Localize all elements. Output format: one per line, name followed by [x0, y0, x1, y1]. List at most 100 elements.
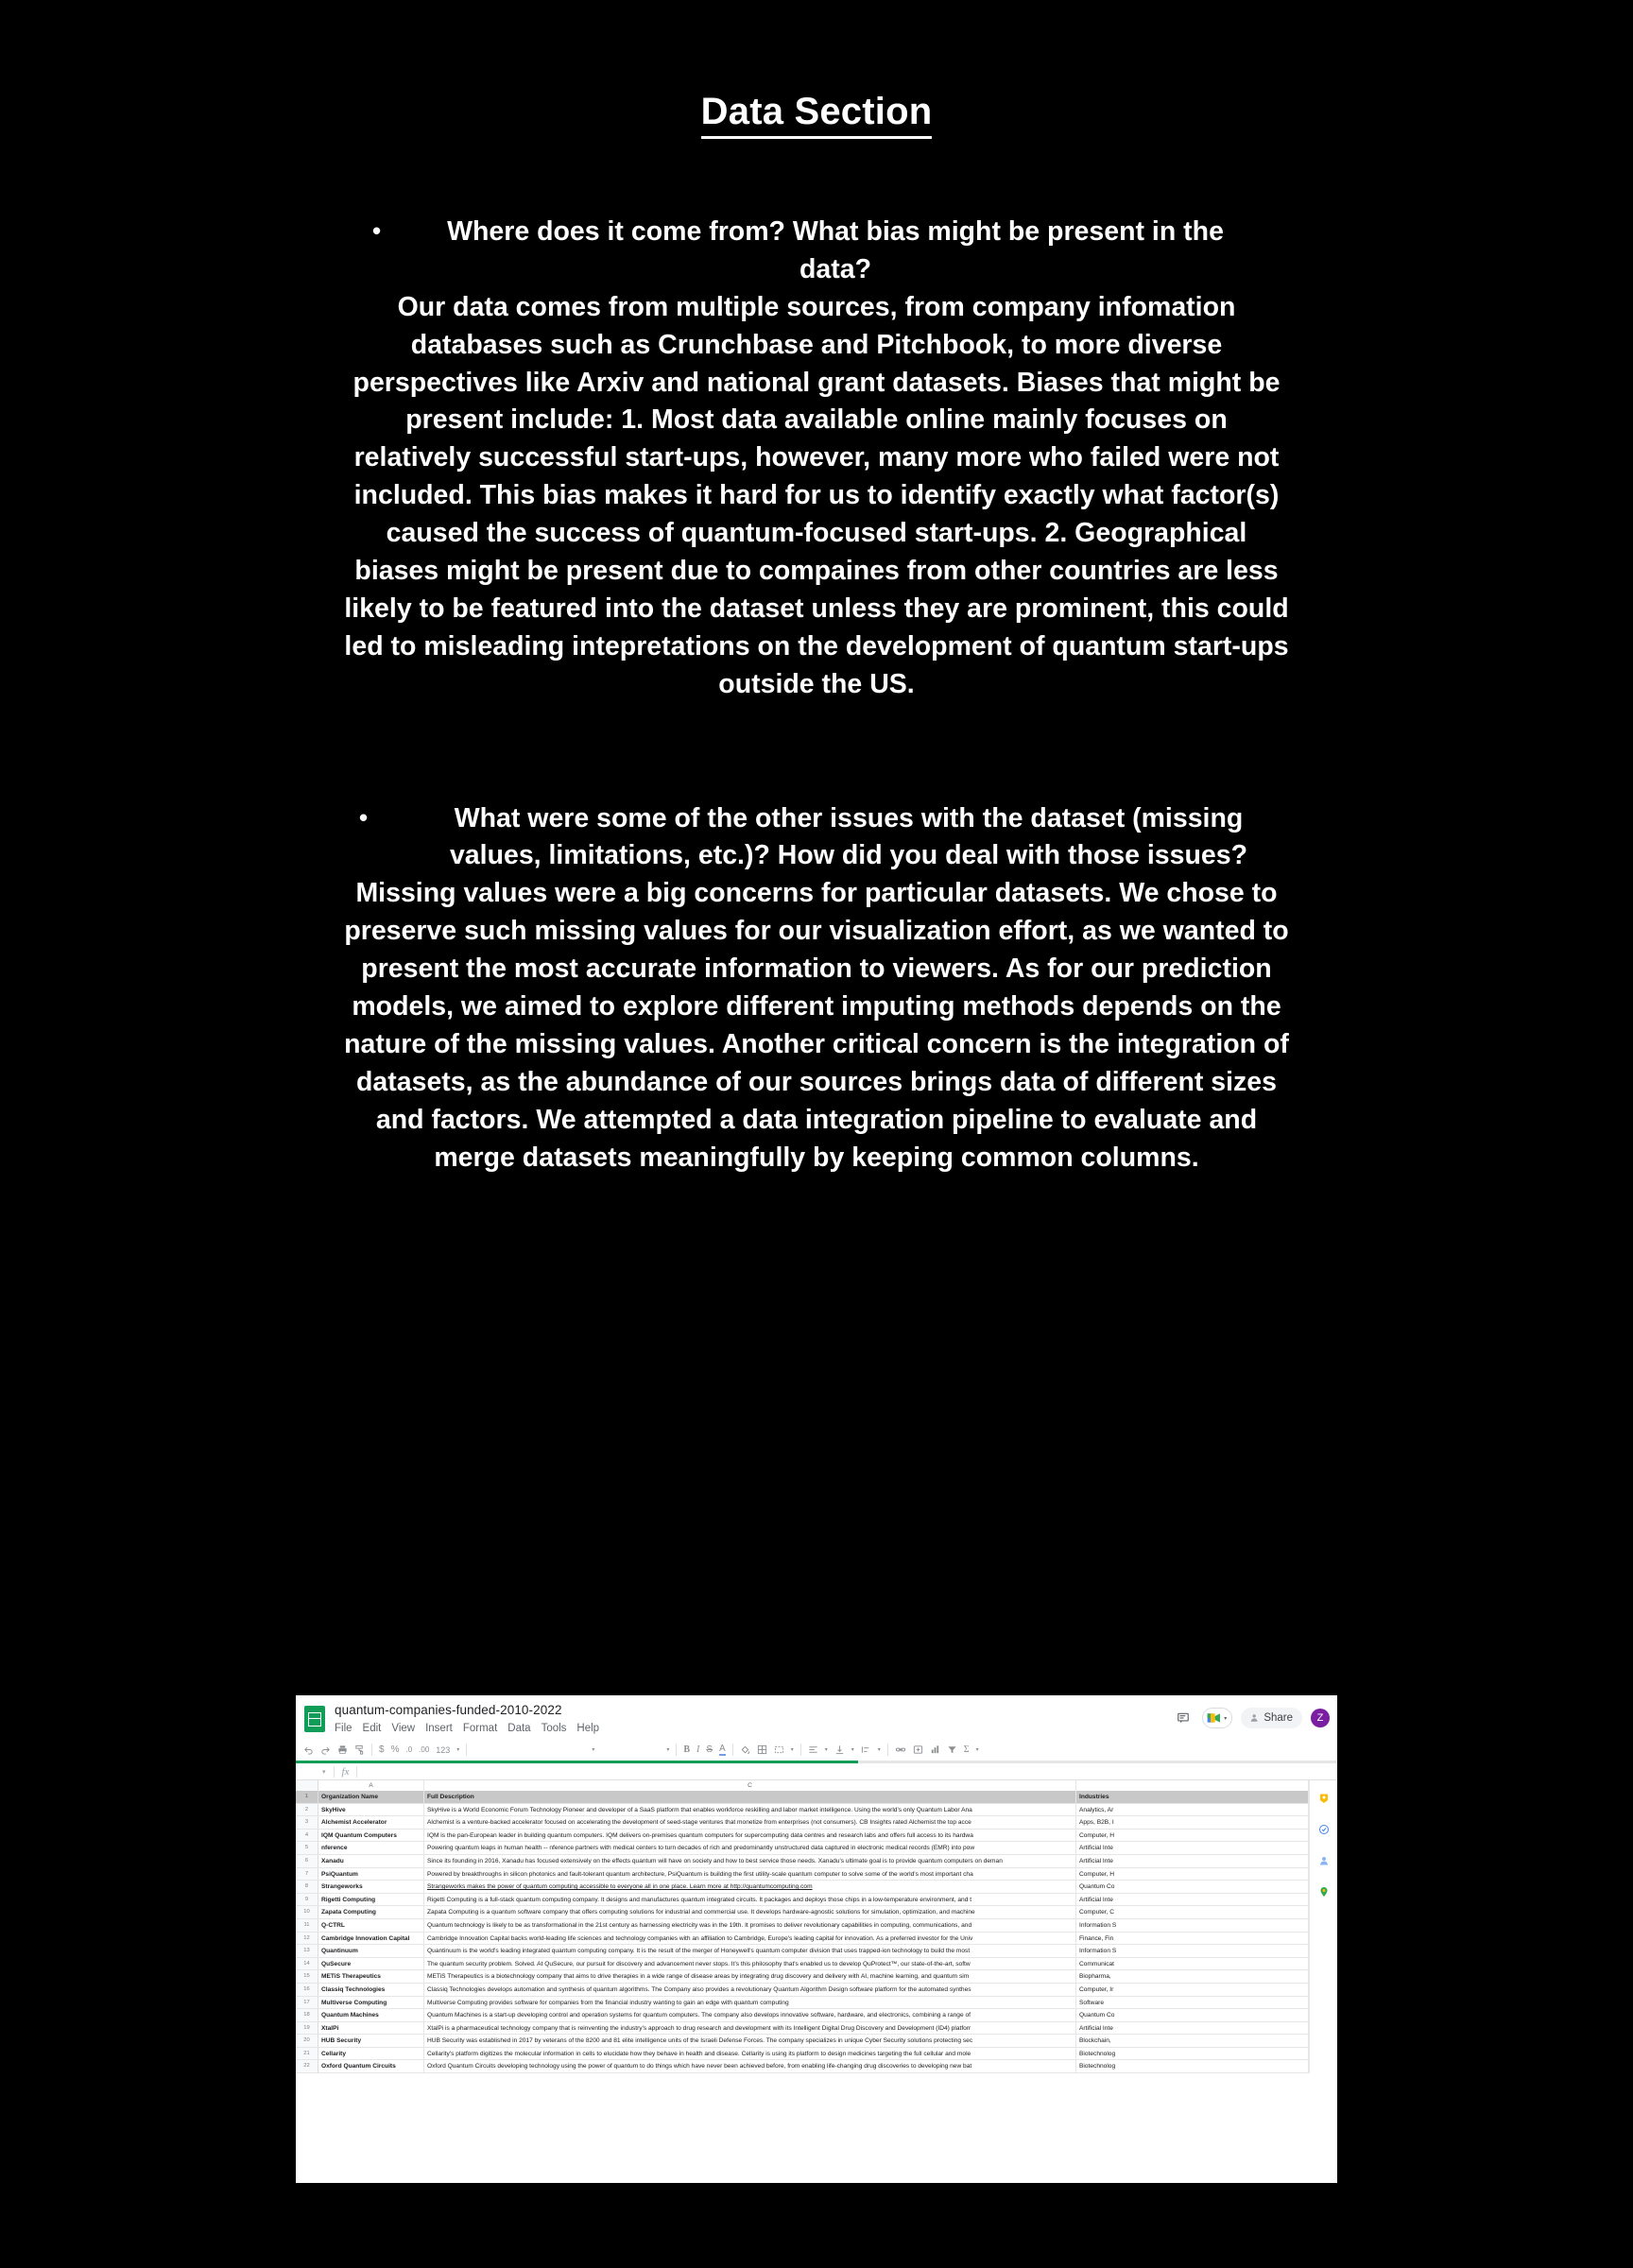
table-row[interactable]: 15 METiS Therapeutics METiS Therapeutics i…	[296, 1970, 1309, 1984]
menu-item-view[interactable]: View	[391, 1722, 415, 1736]
table-row[interactable]: 10 Zapata Computing Zapata Computing is a …	[296, 1906, 1309, 1919]
menu-item-tools[interactable]: Tools	[541, 1722, 567, 1736]
row-number[interactable]: 11	[296, 1918, 318, 1932]
cell-industries[interactable]: Artificial Inte	[1076, 2021, 1309, 2035]
filter-icon[interactable]	[947, 1744, 957, 1755]
merge-cells-icon[interactable]	[774, 1744, 784, 1755]
chevron-down-icon[interactable]: ▾	[976, 1746, 979, 1753]
cell-full-description[interactable]: Rigetti Computing is a full-stack quantu…	[424, 1893, 1076, 1906]
cell-full-description[interactable]: Quantum technology is likely to be as tr…	[424, 1918, 1076, 1932]
cell-organization-name[interactable]: Classiq Technologies	[318, 1983, 424, 1996]
row-number[interactable]: 9	[296, 1893, 318, 1906]
table-row[interactable]: 2 SkyHive SkyHive is a World Economic Foru…	[296, 1803, 1309, 1817]
maps-icon[interactable]	[1317, 1885, 1331, 1899]
cell-full-description[interactable]: The quantum security problem. Solved. At…	[424, 1957, 1076, 1970]
table-row[interactable]: 14 QuSecure The quantum security problem. …	[296, 1957, 1309, 1971]
cell-organization-name[interactable]: Zapata Computing	[318, 1906, 424, 1918]
cell-organization-name[interactable]: SkyHive	[318, 1803, 424, 1816]
bold-button[interactable]: B	[683, 1744, 690, 1755]
row-number[interactable]: 18	[296, 2009, 318, 2021]
chevron-down-icon[interactable]: ▾	[878, 1746, 881, 1753]
row-number[interactable]: 7	[296, 1867, 318, 1881]
cell-industries[interactable]: Communicat	[1076, 1957, 1309, 1970]
table-row[interactable]: 20 HUB Security HUB Security was establish…	[296, 2035, 1309, 2048]
strikethrough-button[interactable]: S	[706, 1744, 713, 1755]
menu-item-help[interactable]: Help	[576, 1722, 599, 1736]
document-title[interactable]: quantum-companies-funded-2010-2022	[335, 1702, 1173, 1718]
table-row[interactable]: 17 Multiverse Computing Multiverse Computi…	[296, 1996, 1309, 2010]
cell-organization-name[interactable]: Strangeworks	[318, 1881, 424, 1893]
spreadsheet-grid[interactable]: A C 1 Organization Name Full Description…	[296, 1780, 1309, 2074]
cell-organization-name[interactable]: Alchemist Accelerator	[318, 1816, 424, 1829]
cell-organization-name[interactable]: Rigetti Computing	[318, 1893, 424, 1906]
menu-item-format[interactable]: Format	[463, 1722, 497, 1736]
header-full-description[interactable]: Full Description	[424, 1791, 1076, 1803]
cell-industries[interactable]: Quantum Co	[1076, 1881, 1309, 1893]
menu-item-file[interactable]: File	[335, 1722, 352, 1736]
cell-organization-name[interactable]: IQM Quantum Computers	[318, 1829, 424, 1842]
cell-organization-name[interactable]: XtalPi	[318, 2021, 424, 2035]
cell-organization-name[interactable]: Oxford Quantum Circuits	[318, 2060, 424, 2073]
row-number[interactable]: 19	[296, 2021, 318, 2035]
table-row[interactable]: 9 Rigetti Computing Rigetti Computing is a…	[296, 1893, 1309, 1907]
cell-organization-name[interactable]: Multiverse Computing	[318, 1996, 424, 2009]
row-number[interactable]: 2	[296, 1803, 318, 1816]
share-button[interactable]: Share	[1241, 1708, 1302, 1728]
vertical-align-icon[interactable]	[834, 1744, 845, 1755]
table-row[interactable]: 3 Alchemist Accelerator Alchemist is a ven…	[296, 1816, 1309, 1830]
cell-full-description[interactable]: Quantum Machines is a start-up developin…	[424, 2009, 1076, 2021]
insert-chart-icon[interactable]	[930, 1744, 940, 1755]
cell-organization-name[interactable]: Cambridge Innovation Capital	[318, 1932, 424, 1945]
table-row[interactable]: 4 IQM Quantum Computers IQM is the pan-Eur…	[296, 1829, 1309, 1843]
table-row[interactable]: 13 Quantinuum Quantinuum is the world's le…	[296, 1945, 1309, 1958]
table-row[interactable]: 16 Classiq Technologies Classiq Technologi…	[296, 1983, 1309, 1997]
row-number[interactable]: 15	[296, 1970, 318, 1983]
cell-organization-name[interactable]: Cellarity	[318, 2047, 424, 2060]
cell-industries[interactable]: Apps, B2B, I	[1076, 1816, 1309, 1829]
row-number[interactable]: 3	[296, 1816, 318, 1829]
number-format-button[interactable]: 123	[436, 1745, 450, 1755]
table-row[interactable]: 7 PsiQuantum Powered by breakthroughs in s…	[296, 1867, 1309, 1881]
chevron-down-icon[interactable]: ▾	[456, 1746, 459, 1753]
cell-industries[interactable]: Computer, H	[1076, 1829, 1309, 1842]
meet-camera-icon[interactable]: ▾	[1202, 1708, 1233, 1728]
chevron-down-icon[interactable]: ▾	[791, 1746, 794, 1753]
row-number[interactable]: 10	[296, 1906, 318, 1918]
row-number[interactable]: 22	[296, 2060, 318, 2073]
cell-full-description[interactable]: IQM is the pan-European leader in buildi…	[424, 1829, 1076, 1842]
table-row[interactable]: 19 XtalPi XtalPi is a pharmaceutical techn…	[296, 2021, 1309, 2036]
menu-item-insert[interactable]: Insert	[425, 1722, 453, 1736]
font-family-dropdown[interactable]: ▾	[592, 1746, 594, 1753]
table-row[interactable]: 8 Strangeworks Strangeworks makes the powe…	[296, 1881, 1309, 1894]
row-number[interactable]: 6	[296, 1854, 318, 1867]
cell-organization-name[interactable]: Quantinuum	[318, 1945, 424, 1957]
cell-full-description[interactable]: Multiverse Computing provides software f…	[424, 1996, 1076, 2009]
cell-organization-name[interactable]: Q-CTRL	[318, 1918, 424, 1932]
table-row[interactable]: 12 Cambridge Innovation Capital Cambridge …	[296, 1932, 1309, 1946]
currency-format-button[interactable]: $	[379, 1744, 385, 1755]
cell-industries[interactable]: Finance, Fin	[1076, 1932, 1309, 1945]
cell-industries[interactable]: Artificial Inte	[1076, 1893, 1309, 1906]
header-industries[interactable]: Industries	[1076, 1791, 1309, 1803]
cell-industries[interactable]: Biotechnolog	[1076, 2060, 1309, 2073]
undo-icon[interactable]	[303, 1744, 314, 1755]
cell-full-description[interactable]: METiS Therapeutics is a biotechnology co…	[424, 1970, 1076, 1983]
row-number[interactable]: 16	[296, 1983, 318, 1996]
row-number[interactable]: 17	[296, 1996, 318, 2009]
row-number[interactable]: 4	[296, 1829, 318, 1842]
insert-comment-icon[interactable]	[913, 1744, 923, 1755]
header-organization-name[interactable]: Organization Name	[318, 1791, 424, 1803]
column-header-c[interactable]: C	[424, 1780, 1076, 1791]
table-row[interactable]: 5 nference Powering quantum leaps in human…	[296, 1842, 1309, 1855]
select-all-corner[interactable]	[296, 1780, 318, 1791]
horizontal-align-icon[interactable]	[808, 1744, 818, 1755]
column-header-a[interactable]: A	[318, 1780, 424, 1791]
cell-full-description[interactable]: HUB Security was established in 2017 by …	[424, 2035, 1076, 2047]
cell-full-description[interactable]: Quantinuum is the world's leading integr…	[424, 1945, 1076, 1957]
cell-industries[interactable]: Information S	[1076, 1918, 1309, 1932]
row-number[interactable]: 8	[296, 1881, 318, 1893]
table-row[interactable]: 22 Oxford Quantum Circuits Oxford Quantum …	[296, 2060, 1309, 2074]
table-row[interactable]: 11 Q-CTRL Quantum technology is likely to …	[296, 1918, 1309, 1933]
chevron-down-icon[interactable]: ▾	[825, 1746, 828, 1753]
row-number[interactable]: 5	[296, 1842, 318, 1854]
